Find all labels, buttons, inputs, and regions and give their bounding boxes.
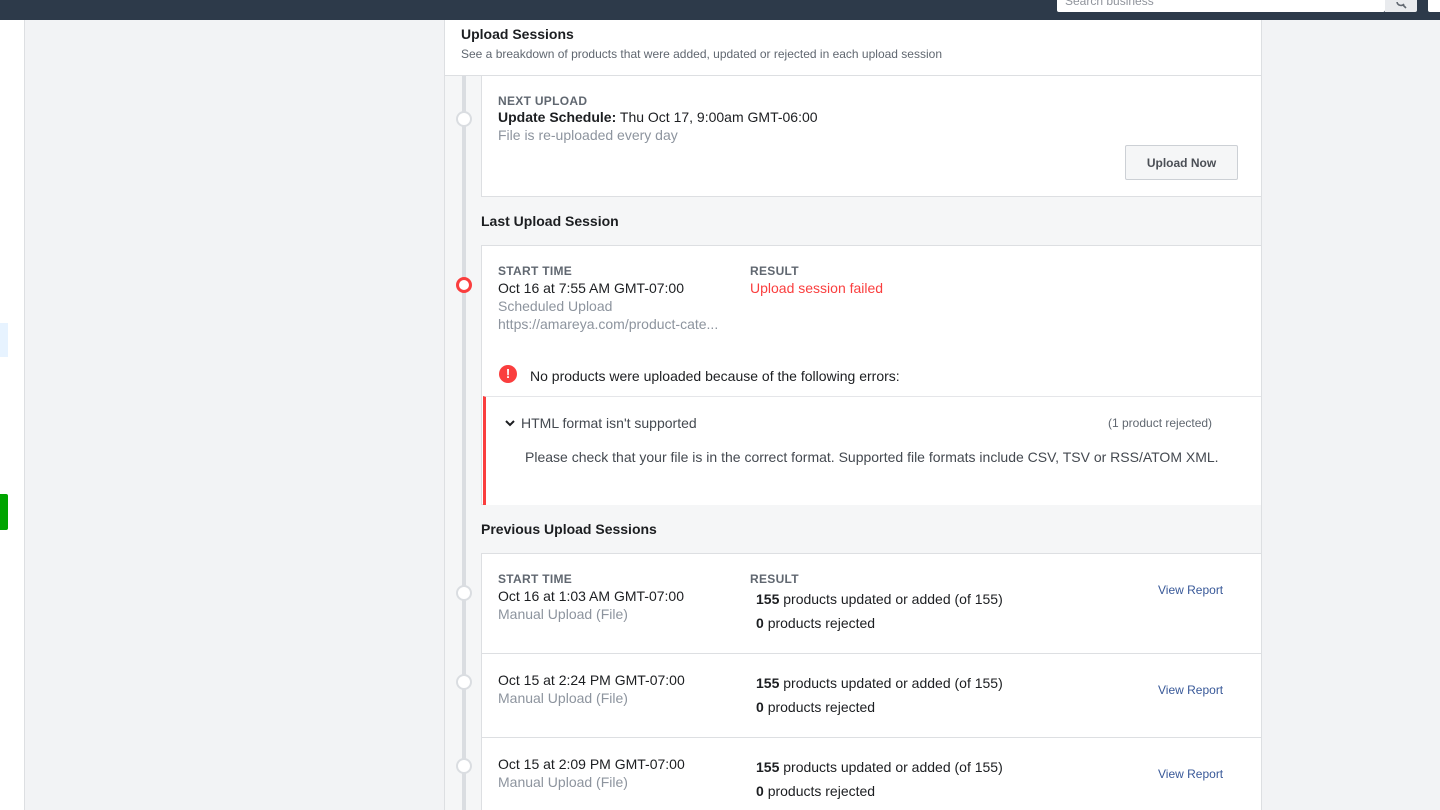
error-icon: !	[499, 365, 517, 383]
rejected-text: products rejected	[767, 615, 876, 631]
source-url: https://amareya.com/product-cate...	[498, 316, 719, 332]
upload-type: Manual Upload (File)	[498, 690, 628, 706]
timeline-node	[456, 585, 472, 601]
last-session-card: START TIME Oct 16 at 7:55 AM GMT-07:00 S…	[481, 245, 1261, 505]
next-upload-label: NEXT UPLOAD	[498, 94, 588, 108]
result-label: RESULT	[750, 572, 799, 586]
upload-type: Manual Upload (File)	[498, 774, 628, 790]
search-icon	[1396, 2, 1407, 9]
updated-text: products updated or added (of 155)	[783, 759, 1003, 775]
session-row: Oct 15 at 2:24 PM GMT-07:00 Manual Uploa…	[481, 653, 1261, 738]
view-report-link[interactable]: View Report	[1158, 583, 1223, 597]
timeline-node	[456, 111, 472, 127]
timeline-line	[462, 76, 466, 810]
timeline-node-failed	[456, 277, 472, 293]
search-button[interactable]	[1385, 0, 1417, 12]
update-schedule: Update Schedule: Thu Oct 17, 9:00am GMT-…	[498, 108, 818, 126]
nav-item-active[interactable]	[0, 323, 8, 357]
search-input[interactable]: Search business	[1057, 0, 1385, 12]
update-schedule-value: Thu Oct 17, 9:00am GMT-06:00	[619, 109, 818, 125]
nav-status-indicator	[0, 494, 8, 530]
rejected-count: 0	[756, 615, 764, 631]
previous-sessions-title: Previous Upload Sessions	[481, 521, 657, 537]
update-schedule-label: Update Schedule:	[498, 109, 617, 125]
rejected-summary: 0 products rejected	[756, 698, 875, 716]
upload-frequency: File is re-uploaded every day	[498, 127, 678, 143]
error-item: HTML format isn't supported (1 product r…	[483, 396, 1261, 505]
timeline-node	[456, 758, 472, 774]
session-row: START TIME Oct 16 at 1:03 AM GMT-07:00 M…	[481, 553, 1261, 654]
updated-summary: 155 products updated or added (of 155)	[756, 674, 1003, 692]
view-report-link[interactable]: View Report	[1158, 767, 1223, 781]
upload-type: Manual Upload (File)	[498, 606, 628, 622]
start-time-label: START TIME	[498, 572, 573, 586]
updated-text: products updated or added (of 155)	[783, 675, 1003, 691]
rejected-text: products rejected	[767, 783, 876, 799]
error-detail: Please check that your file is in the co…	[525, 449, 1219, 465]
error-summary: No products were uploaded because of the…	[530, 368, 900, 384]
updated-summary: 155 products updated or added (of 155)	[756, 758, 1003, 776]
start-time-value: Oct 15 at 2:24 PM GMT-07:00	[498, 672, 685, 688]
rejected-count: 0	[756, 699, 764, 715]
updated-count: 155	[756, 675, 780, 691]
view-report-link[interactable]: View Report	[1158, 683, 1223, 697]
updated-summary: 155 products updated or added (of 155)	[756, 590, 1003, 608]
updated-count: 155	[756, 591, 780, 607]
topbar-menu-edge[interactable]	[1428, 0, 1440, 12]
result-value: Upload session failed	[750, 280, 884, 296]
left-navigation	[0, 20, 25, 810]
rejected-summary: 0 products rejected	[756, 782, 875, 800]
start-time-label: START TIME	[498, 264, 573, 278]
rejected-summary: 0 products rejected	[756, 614, 875, 632]
result-label: RESULT	[750, 264, 799, 278]
start-time-value: Oct 16 at 7:55 AM GMT-07:00	[498, 280, 684, 296]
timeline-node	[456, 674, 472, 690]
error-title[interactable]: HTML format isn't supported	[521, 414, 697, 432]
start-time-value: Oct 16 at 1:03 AM GMT-07:00	[498, 588, 684, 604]
upload-sessions-panel: Upload Sessions See a breakdown of produ…	[444, 20, 1262, 810]
updated-count: 155	[756, 759, 780, 775]
updated-text: products updated or added (of 155)	[783, 591, 1003, 607]
rejected-count: (1 product rejected)	[1108, 416, 1213, 430]
next-upload-card: NEXT UPLOAD Update Schedule: Thu Oct 17,…	[481, 76, 1261, 197]
start-time-value: Oct 15 at 2:09 PM GMT-07:00	[498, 756, 685, 772]
rejected-text: products rejected	[767, 699, 876, 715]
rejected-count: 0	[756, 783, 764, 799]
chevron-down-icon[interactable]	[503, 416, 517, 430]
last-session-title: Last Upload Session	[481, 213, 619, 229]
panel-subtitle: See a breakdown of products that were ad…	[461, 47, 942, 61]
panel-title: Upload Sessions	[461, 26, 574, 42]
upload-type: Scheduled Upload	[498, 298, 613, 314]
upload-now-button[interactable]: Upload Now	[1125, 145, 1238, 180]
panel-header: Upload Sessions See a breakdown of produ…	[445, 20, 1261, 76]
session-row: Oct 15 at 2:09 PM GMT-07:00 Manual Uploa…	[481, 737, 1261, 810]
